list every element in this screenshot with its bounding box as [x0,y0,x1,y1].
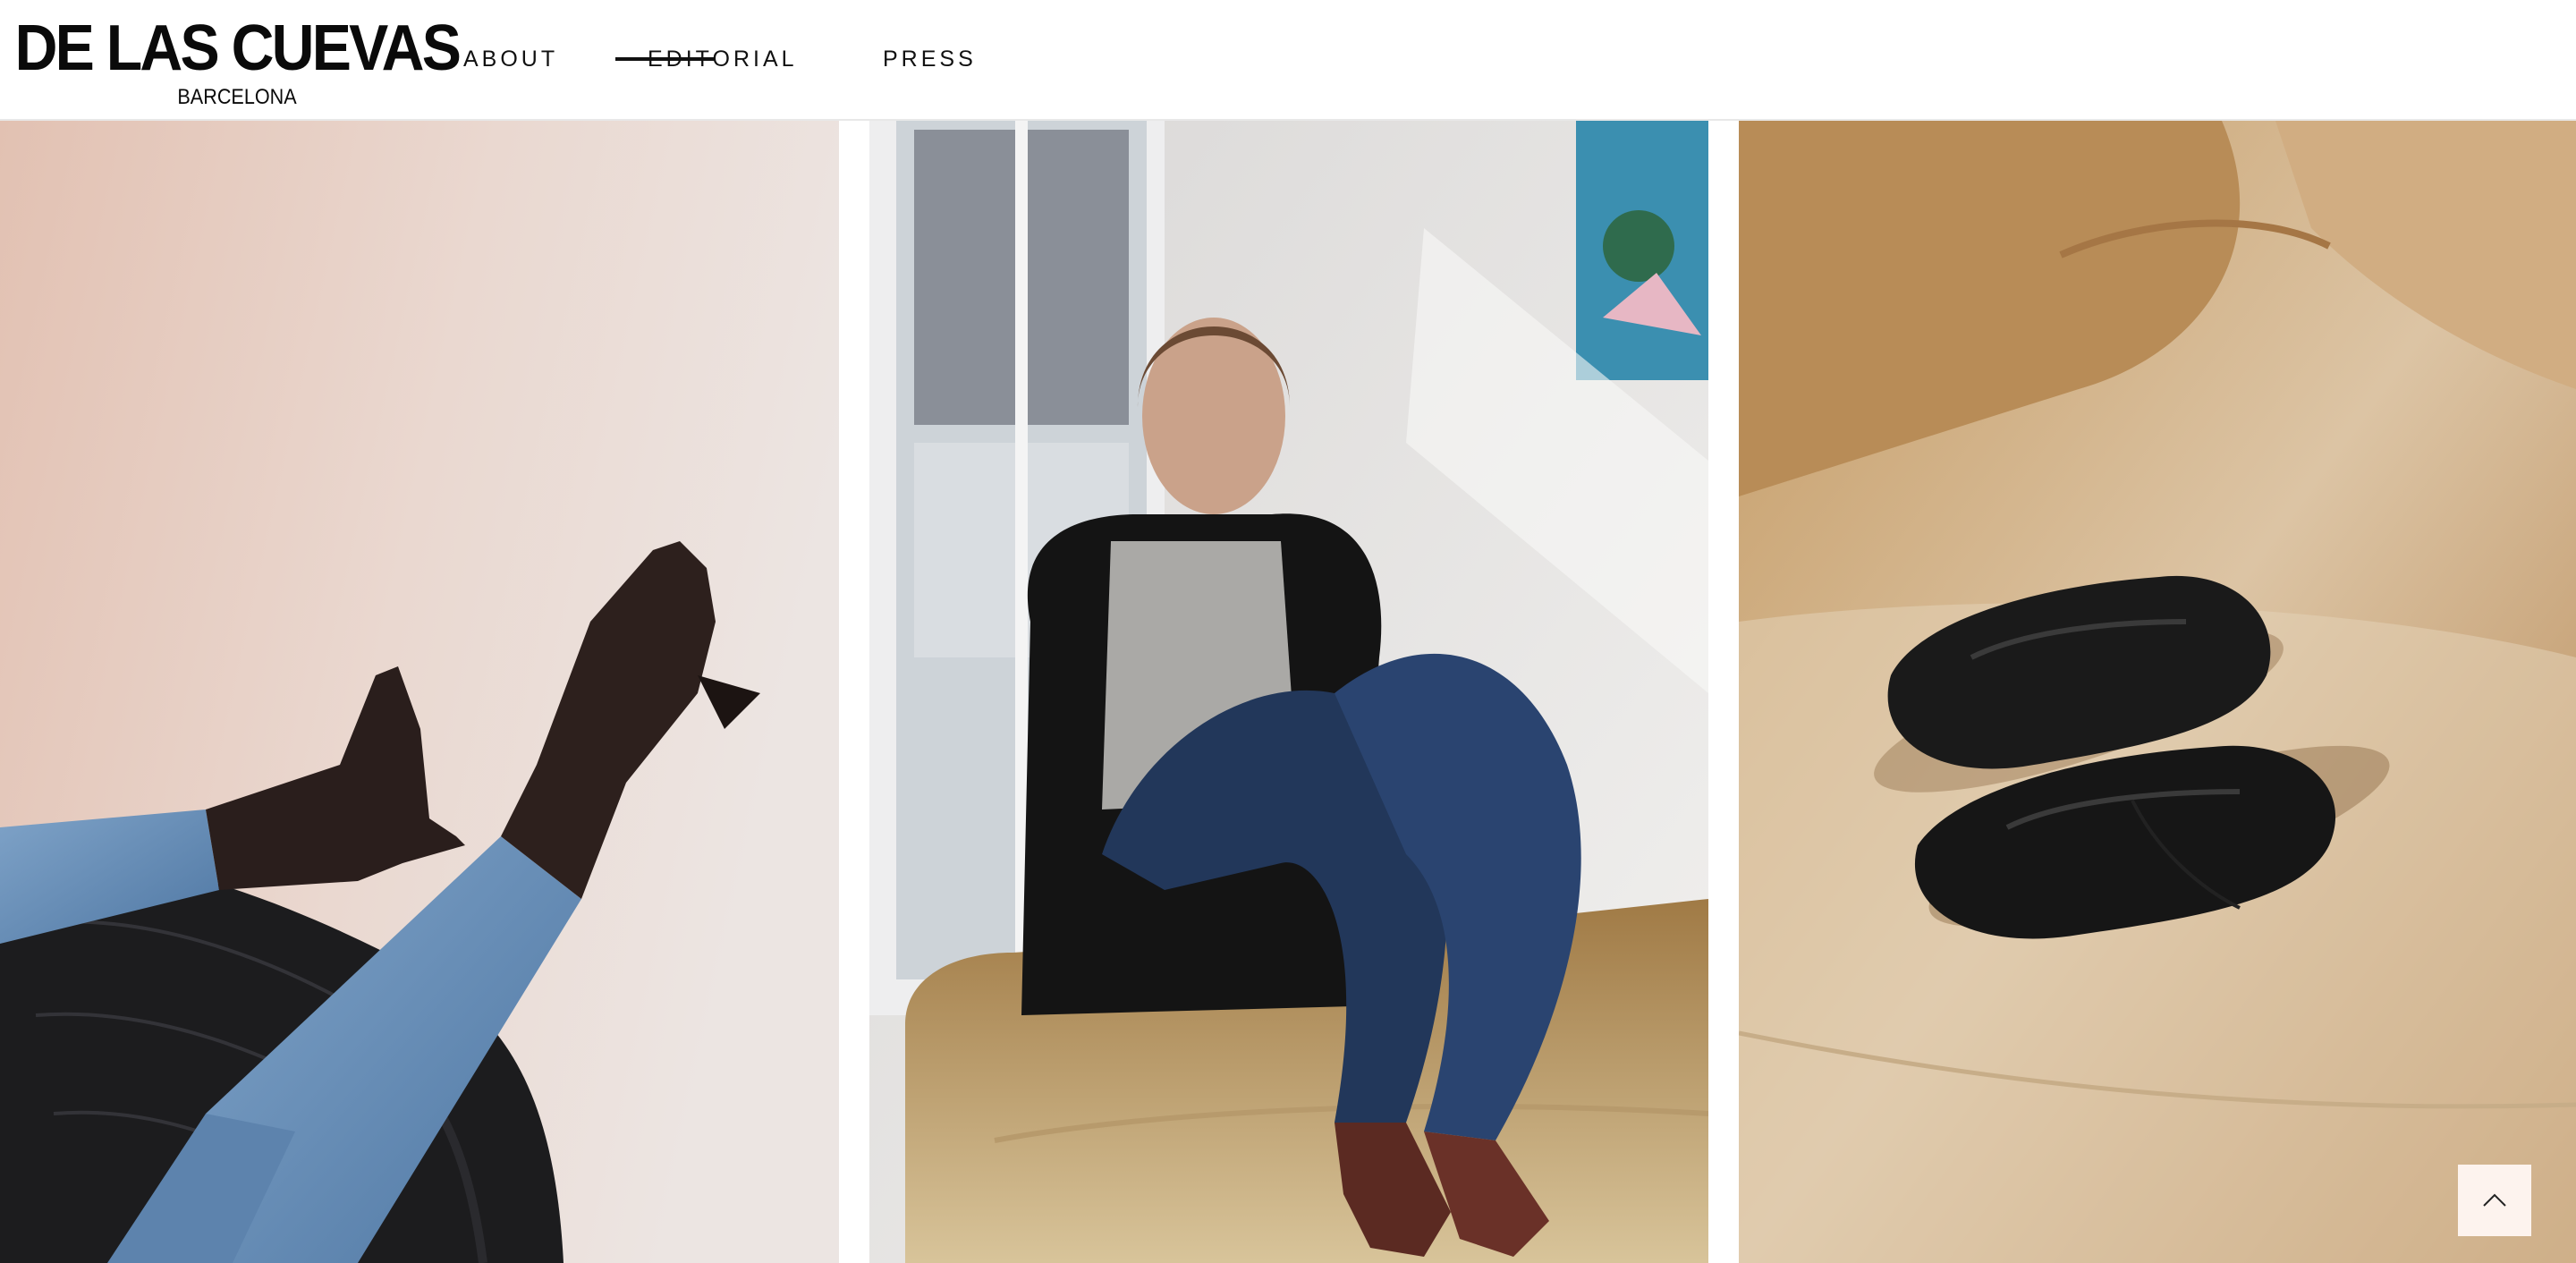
brand-logo[interactable]: DE LAS CUEVAS BARCELONA [15,16,462,116]
boots-photo [0,121,839,1263]
editorial-image-boots[interactable] [0,121,839,1263]
brand-name: DE LAS CUEVAS [14,13,462,84]
back-to-top-button[interactable] [2458,1165,2531,1236]
chevron-up-icon [2483,1193,2506,1207]
active-indicator [615,57,714,61]
nav-item-about[interactable]: ABOUT [463,45,558,73]
editorial-image-model[interactable] [869,121,1708,1263]
model-photo [869,121,1708,1263]
nav-item-press[interactable]: PRESS [883,45,977,73]
nav-item-editorial[interactable]: EDITORIAL [615,45,798,73]
flats-photo [1739,121,2576,1263]
site-header: DE LAS CUEVAS BARCELONA ABOUT EDITORIAL … [0,0,2576,121]
brand-city: BARCELONA [177,85,297,109]
editorial-gallery [0,121,2576,1263]
editorial-image-flats[interactable] [1739,121,2576,1263]
